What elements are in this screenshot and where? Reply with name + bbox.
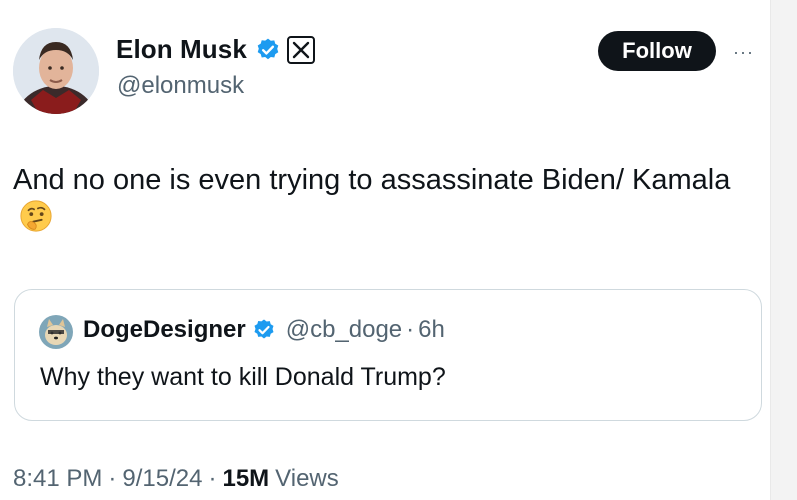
right-edge-panel [770, 0, 797, 500]
x-affiliation-icon[interactable] [286, 35, 315, 64]
views-label: Views [275, 465, 339, 492]
author-handle[interactable]: @elonmusk [117, 72, 244, 100]
author-avatar[interactable] [13, 28, 99, 114]
tweet-text: And no one is even trying to assassinate… [13, 161, 753, 237]
tweet-card: Elon Musk @elonmusk Follow ··· And no on… [0, 0, 770, 500]
tweet-text-content: And no one is even trying to assassinate… [13, 164, 731, 196]
follow-button[interactable]: Follow [598, 31, 716, 71]
author-name-row: Elon Musk [116, 34, 315, 65]
more-options-icon[interactable]: ··· [733, 42, 754, 63]
author-name[interactable]: Elon Musk [116, 34, 247, 65]
thinking-face-emoji-icon [20, 200, 52, 232]
quoted-verified-badge-icon [254, 319, 274, 339]
quoted-tweet[interactable]: DogeDesigner @cb_doge · 6h Why they want… [14, 289, 762, 421]
quoted-author-avatar[interactable] [39, 315, 73, 349]
quoted-author-name[interactable]: DogeDesigner [83, 316, 246, 344]
quoted-text: Why they want to kill Donald Trump? [40, 363, 446, 391]
tweet-date[interactable]: 9/15/24 [122, 465, 202, 493]
meta-separator: · [108, 465, 117, 492]
avatar-image [13, 28, 99, 114]
quoted-separator: · [406, 316, 415, 343]
x-logo-icon [292, 41, 310, 58]
tweet-meta: 8:41 PM · 9/15/24 · 15M Views [13, 465, 339, 493]
verified-badge-icon [257, 38, 279, 59]
quoted-author-handle[interactable]: @cb_doge [286, 316, 402, 344]
views-count: 15M [222, 465, 270, 492]
quoted-header: DogeDesigner @cb_doge · 6h [83, 316, 445, 344]
quoted-timestamp[interactable]: 6h [418, 316, 445, 344]
meta-separator: · [208, 465, 217, 492]
tweet-time[interactable]: 8:41 PM [13, 465, 102, 493]
doge-avatar-image [39, 315, 73, 349]
